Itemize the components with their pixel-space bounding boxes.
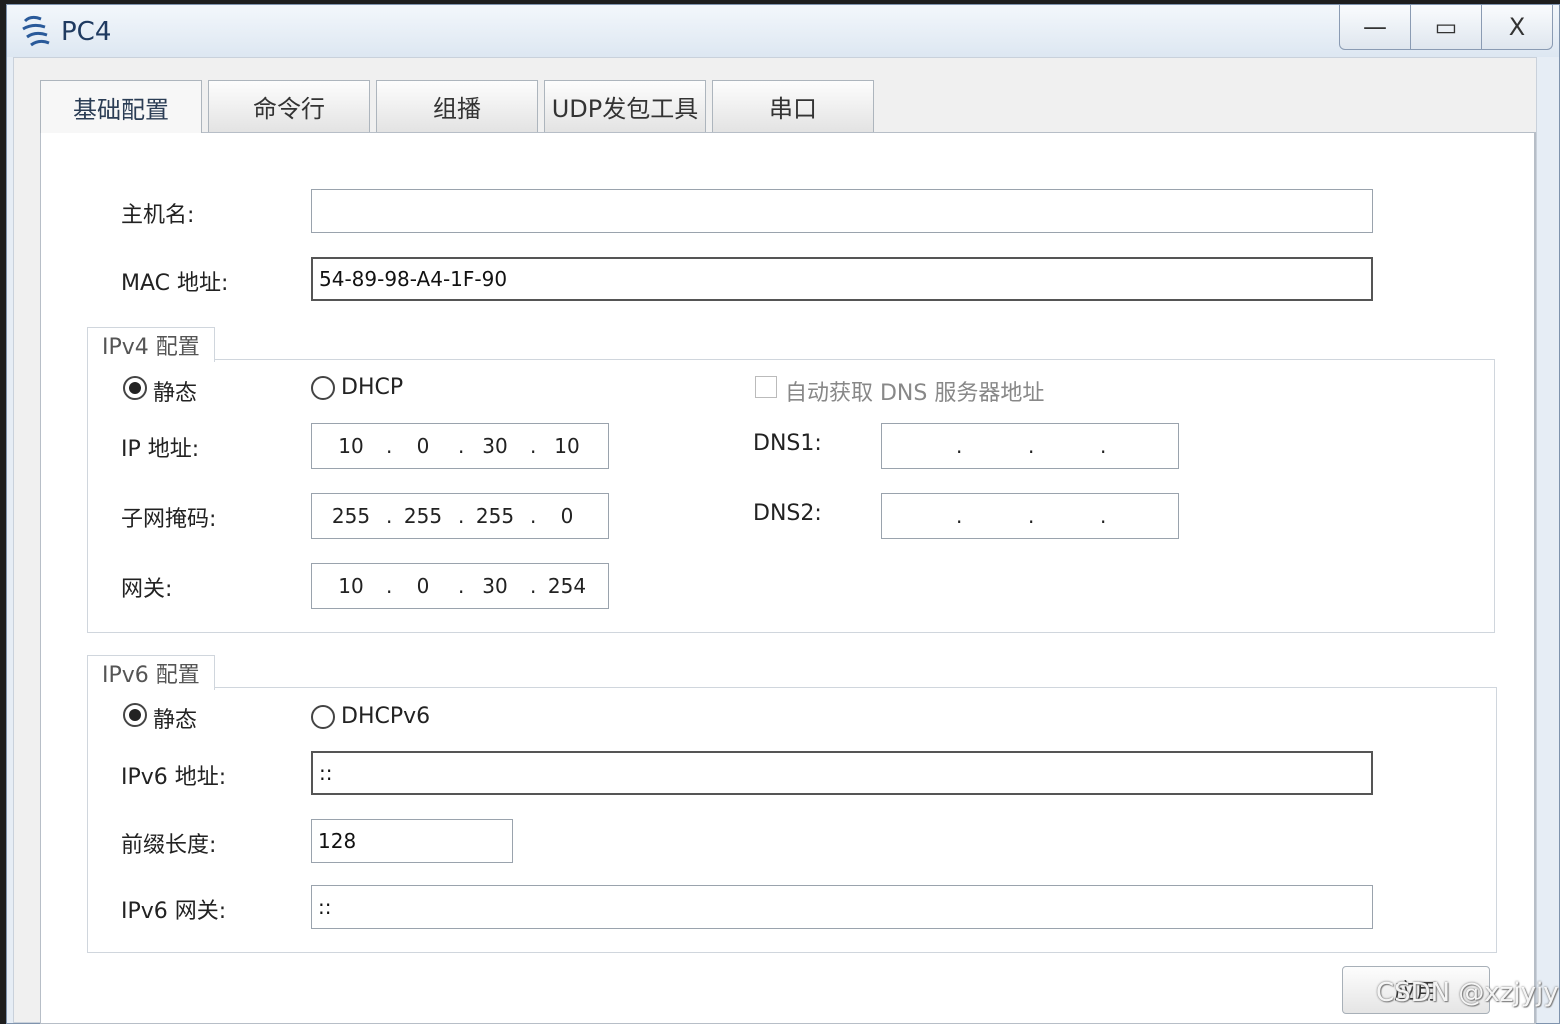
ip-dot: . xyxy=(1028,434,1035,458)
title-bar[interactable]: PC4 — ▭ X xyxy=(7,5,1559,57)
ip-dot: . xyxy=(956,504,963,528)
ip-address-input[interactable]: 10 . 0 . 30 . 10 xyxy=(311,423,609,469)
ip-dot: . xyxy=(1100,504,1107,528)
ip-dot: . xyxy=(386,434,393,458)
ip-dot: . xyxy=(458,434,465,458)
ipv6-gateway-input[interactable] xyxy=(311,885,1373,929)
gateway-label: 网关: xyxy=(121,577,173,602)
gw-octet-3[interactable]: 30 xyxy=(470,564,520,608)
mask-octet-2[interactable]: 255 xyxy=(398,494,448,538)
ip-dot: . xyxy=(1028,504,1035,528)
mask-octet-1[interactable]: 255 xyxy=(326,494,376,538)
mask-octet-3[interactable]: 255 xyxy=(470,494,520,538)
close-icon: X xyxy=(1508,13,1526,41)
mac-address-field[interactable] xyxy=(311,257,1373,301)
window-controls: — ▭ X xyxy=(1339,5,1553,50)
hostname-input[interactable] xyxy=(311,189,1373,233)
basic-config-panel: 主机名: MAC 地址: IPv4 配置 静态 DHCP 自动获取 DNS 服务… xyxy=(40,132,1536,1024)
ip-dot: . xyxy=(530,574,537,598)
ip-dot: . xyxy=(530,434,537,458)
minimize-button[interactable]: — xyxy=(1340,5,1410,49)
ip-octet-1[interactable]: 10 xyxy=(326,424,376,468)
gw-octet-4[interactable]: 254 xyxy=(542,564,592,608)
auto-dns-checkbox[interactable] xyxy=(755,376,777,398)
ipv6-dhcpv6-radio[interactable] xyxy=(311,705,335,729)
tab-command-line[interactable]: 命令行 xyxy=(208,80,370,132)
ip-address-label: IP 地址: xyxy=(121,437,200,462)
ip-dot: . xyxy=(1100,434,1107,458)
dialog-body: 基础配置 命令行 组播 UDP发包工具 串口 主机名: MAC 地址: IPv4… xyxy=(13,57,1537,1024)
prefix-length-label: 前缀长度: xyxy=(121,833,217,858)
tab-udp-tool[interactable]: UDP发包工具 xyxy=(544,80,706,132)
gw-octet-2[interactable]: 0 xyxy=(398,564,448,608)
ipv6-static-radio[interactable] xyxy=(123,703,147,727)
pc-app-icon xyxy=(22,15,50,47)
csdn-watermark: CSDN @xzjyjy xyxy=(1376,978,1559,1008)
ipv6-group-title: IPv6 配置 xyxy=(87,655,215,690)
ip-dot: . xyxy=(956,434,963,458)
gateway-input[interactable]: 10 . 0 . 30 . 254 xyxy=(311,563,609,609)
ip-dot: . xyxy=(530,504,537,528)
dns1-input[interactable]: . . . xyxy=(881,423,1179,469)
dns2-label: DNS2: xyxy=(753,501,822,526)
prefix-length-input[interactable] xyxy=(311,819,513,863)
ipv6-static-label: 静态 xyxy=(153,708,198,733)
mask-octet-4[interactable]: 0 xyxy=(542,494,592,538)
dns1-label: DNS1: xyxy=(753,431,822,456)
gw-octet-1[interactable]: 10 xyxy=(326,564,376,608)
close-button[interactable]: X xyxy=(1481,5,1552,49)
tab-basic-config[interactable]: 基础配置 xyxy=(40,80,202,133)
dns2-input[interactable]: . . . xyxy=(881,493,1179,539)
ipv6-address-label: IPv6 地址: xyxy=(121,765,227,790)
ipv6-gateway-label: IPv6 网关: xyxy=(121,899,227,924)
maximize-icon: ▭ xyxy=(1434,13,1458,41)
auto-dns-label: 自动获取 DNS 服务器地址 xyxy=(785,381,1045,406)
ip-octet-3[interactable]: 30 xyxy=(470,424,520,468)
ip-dot: . xyxy=(458,574,465,598)
ipv4-group-title: IPv4 配置 xyxy=(87,327,215,362)
ip-octet-2[interactable]: 0 xyxy=(398,424,448,468)
pc4-window: PC4 — ▭ X 基础配置 命令行 组播 UDP发包工具 串口 主机名: MA… xyxy=(6,4,1560,1024)
ipv4-dhcp-label: DHCP xyxy=(341,375,404,400)
window-title: PC4 xyxy=(61,17,112,47)
ip-dot: . xyxy=(386,504,393,528)
tab-multicast[interactable]: 组播 xyxy=(376,80,538,132)
tab-serial[interactable]: 串口 xyxy=(712,80,874,132)
ipv6-dhcpv6-label: DHCPv6 xyxy=(341,704,431,729)
maximize-button[interactable]: ▭ xyxy=(1410,5,1481,49)
subnet-mask-label: 子网掩码: xyxy=(121,507,217,532)
subnet-mask-input[interactable]: 255 . 255 . 255 . 0 xyxy=(311,493,609,539)
hostname-label: 主机名: xyxy=(121,203,195,228)
ip-dot: . xyxy=(458,504,465,528)
ipv4-static-radio[interactable] xyxy=(123,376,147,400)
ipv4-dhcp-radio[interactable] xyxy=(311,376,335,400)
mac-label: MAC 地址: xyxy=(121,271,229,296)
ip-octet-4[interactable]: 10 xyxy=(542,424,592,468)
ipv4-static-label: 静态 xyxy=(153,381,198,406)
ipv6-address-input[interactable] xyxy=(311,751,1373,795)
minimize-icon: — xyxy=(1363,13,1387,41)
ip-dot: . xyxy=(386,574,393,598)
